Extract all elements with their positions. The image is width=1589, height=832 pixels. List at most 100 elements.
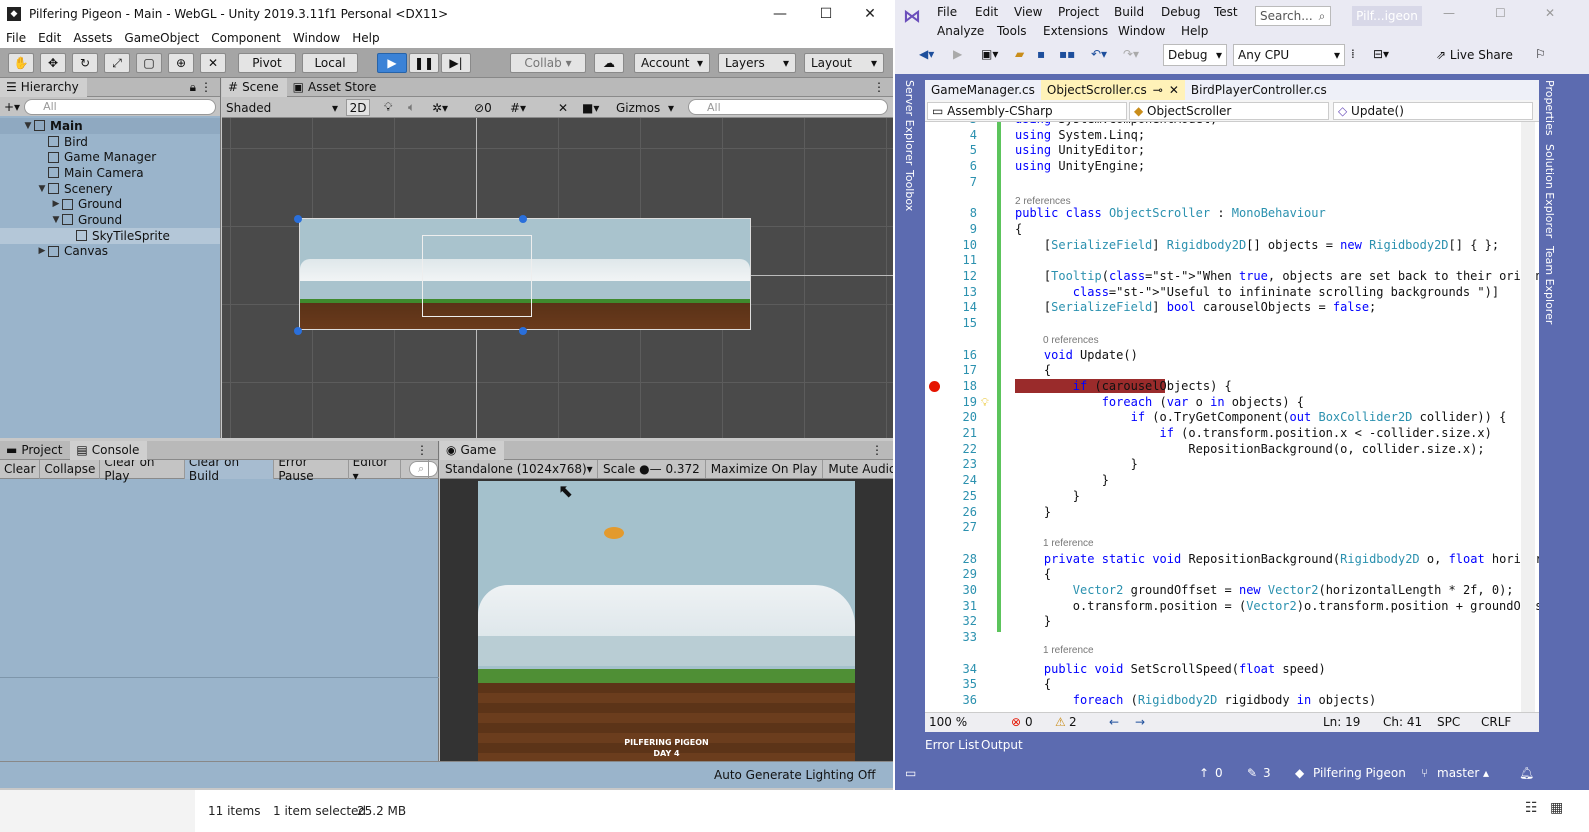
step-icon[interactable]: ⁞ (1351, 47, 1355, 61)
vs-menu-file[interactable]: File (937, 5, 957, 19)
server-explorer-tab[interactable]: Server Explorer (903, 80, 916, 165)
scene-background-sprite[interactable] (299, 218, 751, 330)
hidden-objects-toggle[interactable]: ⊘ 0 (474, 99, 492, 116)
tiles-view-icon[interactable]: ▦ (1550, 800, 1563, 816)
menu-component[interactable]: Component (205, 31, 287, 45)
hierarchy-row[interactable]: ▼ Main (0, 118, 220, 134)
tab-game[interactable]: ◉ Game (440, 440, 505, 460)
forward-icon[interactable]: ▶ (953, 47, 962, 61)
more-options-icon[interactable]: ⋮ (873, 80, 885, 94)
resolution-dropdown[interactable]: Standalone (1024x768) ▾ (440, 460, 598, 478)
code-line[interactable]: 14 [SerializeField] bool carouselObjects… (925, 300, 1539, 316)
more-options-icon[interactable]: ⋮ (200, 80, 212, 94)
minimize-icon[interactable]: — (757, 0, 803, 28)
maximize-icon[interactable]: ☐ (1495, 6, 1506, 20)
expand-arrow-icon[interactable]: ▶ (36, 246, 48, 256)
code-line[interactable]: 35 { (925, 677, 1539, 693)
code-line[interactable]: 30 Vector2 groundOffset = new Vector2(ho… (925, 583, 1539, 599)
expand-arrow-icon[interactable]: ▶ (50, 199, 62, 209)
code-line[interactable]: 24 } (925, 473, 1539, 489)
vs-search-input[interactable]: Search... ⌕ (1255, 6, 1331, 26)
details-view-icon[interactable]: ☷ (1525, 800, 1538, 816)
custom-tool-icon[interactable]: ✕ (200, 53, 226, 73)
code-line[interactable]: 12 [Tooltip(class="st-">"When true, obje… (925, 269, 1539, 285)
toolbox-tab[interactable]: Toolbox (903, 170, 916, 211)
rect-handle[interactable] (294, 327, 302, 335)
code-line[interactable]: 20 if (o.TryGetComponent(out BoxCollider… (925, 410, 1539, 426)
open-folder-icon[interactable]: ▰ (1015, 47, 1024, 61)
code-line[interactable]: 34 public void SetScrollSpeed(float spee… (925, 662, 1539, 678)
code-line[interactable]: 11 (925, 253, 1539, 269)
code-line[interactable]: 26 } (925, 505, 1539, 521)
vs-menu-analyze[interactable]: Analyze (937, 24, 984, 38)
add-icon[interactable]: +▾ (4, 100, 20, 114)
menu-window[interactable]: Window (287, 31, 346, 45)
hierarchy-row[interactable]: ▼ Ground (0, 212, 220, 228)
hierarchy-row[interactable]: ▶ Ground (0, 196, 220, 212)
configuration-dropdown[interactable]: Debug ▾ (1163, 44, 1227, 66)
lighting-icon[interactable]: 💡︎ (384, 99, 392, 116)
close-icon[interactable]: ✕ (1169, 83, 1179, 97)
lightbulb-icon[interactable]: 💡︎ (981, 396, 989, 410)
close-icon[interactable]: ✕ (1545, 6, 1555, 20)
2d-toggle[interactable]: 2D (346, 99, 370, 116)
clear-button[interactable]: Clear (0, 459, 41, 479)
save-all-icon[interactable]: ▪▪ (1059, 47, 1075, 61)
code-line[interactable]: 7 (925, 175, 1539, 191)
local-button[interactable]: Local (302, 53, 358, 73)
game-viewport[interactable]: PILFERING PIGEON DAY 4 (478, 481, 855, 761)
menu-help[interactable]: Help (346, 31, 385, 45)
code-line[interactable]: 5 using UnityEditor; (925, 143, 1539, 159)
vs-menu-window[interactable]: Window (1118, 24, 1165, 38)
tab-gamemanager-cs[interactable]: GameManager.cs (925, 80, 1041, 100)
warning-count[interactable]: 2 (1069, 715, 1077, 729)
gizmos-dropdown[interactable]: Gizmos ▾ (616, 99, 674, 116)
output-tab[interactable]: Output (981, 738, 1023, 752)
maximize-icon[interactable]: ☐ (803, 0, 849, 28)
close-icon[interactable]: ✕ (847, 0, 893, 28)
code-line[interactable]: 21 if (o.transform.position.x < -collide… (925, 426, 1539, 442)
menu-file[interactable]: File (0, 31, 32, 45)
transform-tool-icon[interactable]: ⊕ (168, 53, 194, 73)
codelens-references[interactable]: 1 reference (1043, 538, 1094, 549)
scale-tool-icon[interactable]: ⤢ (104, 53, 130, 73)
error-pause-button[interactable]: Error Pause (274, 455, 349, 483)
hand-tool-icon[interactable]: ✋ (8, 53, 34, 73)
hierarchy-row[interactable]: Bird (0, 134, 220, 150)
code-line[interactable]: 10 [SerializeField] Rigidbody2D[] object… (925, 238, 1539, 254)
effects-icon[interactable]: ✲▾ (432, 99, 448, 116)
team-explorer-tab[interactable]: Team Explorer (1543, 246, 1556, 324)
save-icon[interactable]: ▪ (1037, 47, 1045, 61)
more-options-icon[interactable]: ⋮ (416, 443, 428, 457)
code-line[interactable]: 19 foreach (var o in objects) { (925, 395, 1539, 411)
codelens-references[interactable]: 2 references (1015, 196, 1071, 207)
pause-button[interactable]: ❚❚ (409, 53, 439, 73)
code-line[interactable]: 16 void Update() (925, 348, 1539, 364)
code-line[interactable]: 18 if (carouselObjects) { (925, 378, 1539, 395)
error-count[interactable]: 0 (1025, 715, 1033, 729)
mute-audio-button[interactable]: Mute Audio (823, 460, 893, 478)
camera-icon[interactable]: ■▾ (582, 99, 599, 116)
vs-menu-build[interactable]: Build (1114, 5, 1144, 19)
rect-handle[interactable] (294, 215, 302, 223)
solution-explorer-tab[interactable]: Solution Explorer (1543, 144, 1556, 238)
menu-edit[interactable]: Edit (32, 31, 67, 45)
tab-console[interactable]: ▤ Console (70, 440, 148, 460)
rect-handle[interactable] (519, 327, 527, 335)
vs-menu-debug[interactable]: Debug (1161, 5, 1200, 19)
code-line[interactable]: 22 RepositionBackground(o, collider.size… (925, 442, 1539, 458)
codelens-references[interactable]: 1 reference (1043, 645, 1094, 656)
tab-objectscroller-cs[interactable]: ObjectScroller.cs ⊸ ✕ (1040, 80, 1185, 100)
live-share-button[interactable]: ⇗ Live Share (1436, 48, 1513, 62)
comment-icon[interactable]: ⊟▾ (1373, 47, 1389, 61)
step-button[interactable]: ▶| (441, 53, 471, 73)
code-line[interactable]: 9{ (925, 222, 1539, 238)
expand-arrow-icon[interactable]: ▼ (36, 184, 48, 194)
minimize-icon[interactable]: — (1443, 6, 1455, 20)
clear-on-play-button[interactable]: Clear on Play (100, 455, 185, 483)
codelens-references[interactable]: 0 references (1043, 335, 1099, 346)
grid-snap-icon[interactable]: #▾ (510, 99, 526, 116)
code-line[interactable]: 17 { (925, 363, 1539, 379)
assembly-dropdown[interactable]: ▭ Assembly-CSharp (927, 102, 1127, 120)
properties-tab[interactable]: Properties (1543, 80, 1556, 136)
